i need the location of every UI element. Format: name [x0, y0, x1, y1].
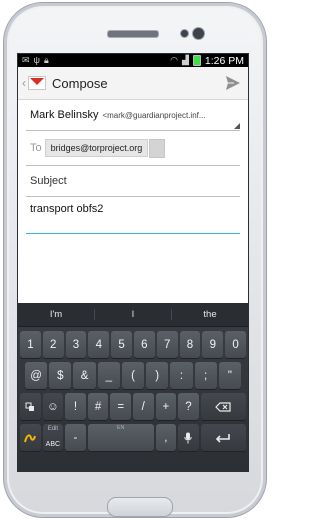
suggestion-strip: I'm I the — [18, 303, 248, 327]
enter-key[interactable] — [200, 424, 246, 451]
battery-icon — [192, 55, 201, 66]
status-bar: ✉ ψ 🔒︎ ◠ ▟ 1:26 PM — [18, 54, 248, 67]
edit-label: Edit — [47, 426, 59, 432]
space-key[interactable]: EN — [87, 424, 154, 451]
suggestion-item[interactable]: I'm — [18, 309, 95, 320]
send-icon[interactable] — [224, 74, 242, 92]
recipient-chip[interactable]: bridges@torproject.org — [44, 139, 149, 157]
key-slash[interactable]: / — [132, 393, 154, 420]
from-account-spinner[interactable]: Mark Belinsky <mark@guardianproject.inf.… — [26, 100, 240, 131]
key-8[interactable]: 8 — [179, 331, 201, 358]
key-1[interactable]: 1 — [20, 331, 41, 358]
action-bar-title: Compose — [52, 75, 108, 91]
key-5[interactable]: 5 — [111, 331, 132, 358]
key-hash[interactable]: # — [87, 393, 109, 420]
swype-key[interactable] — [20, 424, 41, 451]
voice-input-key[interactable] — [178, 424, 199, 451]
key-0[interactable]: 0 — [225, 331, 246, 358]
wifi-icon: ◠ — [170, 55, 178, 65]
key-3[interactable]: 3 — [65, 331, 87, 358]
key-at[interactable]: @ — [25, 362, 48, 389]
backspace-key[interactable] — [200, 393, 247, 420]
from-email: <mark@guardianproject.inf... — [102, 110, 206, 120]
enter-icon — [216, 433, 231, 443]
subject-placeholder: Subject — [30, 175, 67, 187]
abc-label: ABC — [45, 441, 61, 448]
swype-icon — [24, 433, 37, 442]
key-colon[interactable]: : — [170, 362, 193, 389]
back-chevron-icon[interactable]: ‹ — [22, 76, 26, 90]
key-equals[interactable]: = — [110, 393, 131, 420]
home-button[interactable] — [107, 497, 173, 517]
status-time: 1:26 PM — [204, 54, 244, 67]
key-quote[interactable]: " — [218, 362, 241, 389]
microphone-icon — [184, 432, 193, 443]
key-plus[interactable]: + — [155, 393, 177, 420]
key-semicolon[interactable]: ; — [194, 362, 217, 389]
key-6[interactable]: 6 — [133, 331, 155, 358]
spinner-indicator-icon — [234, 123, 240, 129]
key-open-paren[interactable]: ( — [121, 362, 145, 389]
suggestion-item[interactable]: the — [172, 309, 248, 320]
front-camera — [192, 27, 205, 40]
screen: ✉ ψ 🔒︎ ◠ ▟ 1:26 PM ‹ Compose Mark Belins… — [17, 53, 249, 472]
suggestion-item[interactable]: I — [95, 309, 172, 320]
key-9[interactable]: 9 — [202, 331, 224, 358]
keyboard: I'm I the 1 2 3 4 5 6 7 8 9 0 @ $ & _ ( … — [18, 303, 248, 471]
language-label: EN — [116, 425, 125, 431]
to-label: To — [30, 142, 42, 154]
speaker-grille — [107, 30, 159, 38]
body-field[interactable]: transport obfs2 — [26, 197, 240, 234]
to-field[interactable]: To bridges@torproject.org — [26, 131, 240, 166]
key-row-symbols: @ $ & _ ( ) : ; " — [18, 362, 248, 389]
usb-icon: ψ — [33, 55, 40, 65]
key-2[interactable]: 2 — [42, 331, 64, 358]
key-7[interactable]: 7 — [156, 331, 178, 358]
lock-icon: 🔒︎ — [43, 55, 49, 65]
backspace-icon — [215, 401, 231, 412]
message-icon: ✉ — [22, 55, 30, 65]
keyboard-layout-icon[interactable] — [20, 393, 41, 420]
key-row-bottom: Edit ABC - EN , — [18, 424, 248, 451]
body-text: transport obfs2 — [30, 203, 104, 215]
from-name: Mark Belinsky — [30, 109, 99, 121]
key-row-numbers: 1 2 3 4 5 6 7 8 9 0 — [18, 331, 248, 358]
key-close-paren[interactable]: ) — [146, 362, 169, 389]
emoji-icon[interactable]: ☺ — [42, 393, 64, 420]
proximity-sensor — [180, 29, 189, 38]
key-ampersand[interactable]: & — [73, 362, 96, 389]
key-question[interactable]: ? — [178, 393, 199, 420]
key-4[interactable]: 4 — [88, 331, 110, 358]
key-dollar[interactable]: $ — [49, 362, 72, 389]
abc-key[interactable]: Edit ABC — [42, 424, 64, 451]
signal-icon: ▟ — [181, 55, 189, 65]
key-row-punctuation: ☺ ! # = / + ? — [18, 393, 248, 420]
recipient-chip-remove[interactable] — [149, 138, 166, 158]
subject-field[interactable]: Subject — [26, 166, 240, 197]
symbols-page-icon — [25, 402, 35, 411]
gmail-logo-icon[interactable] — [28, 76, 46, 90]
key-exclamation[interactable]: ! — [65, 393, 86, 420]
key-comma[interactable]: , — [155, 424, 177, 451]
key-underscore[interactable]: _ — [97, 362, 120, 389]
key-dash[interactable]: - — [65, 424, 86, 451]
action-bar: ‹ Compose — [18, 67, 248, 100]
